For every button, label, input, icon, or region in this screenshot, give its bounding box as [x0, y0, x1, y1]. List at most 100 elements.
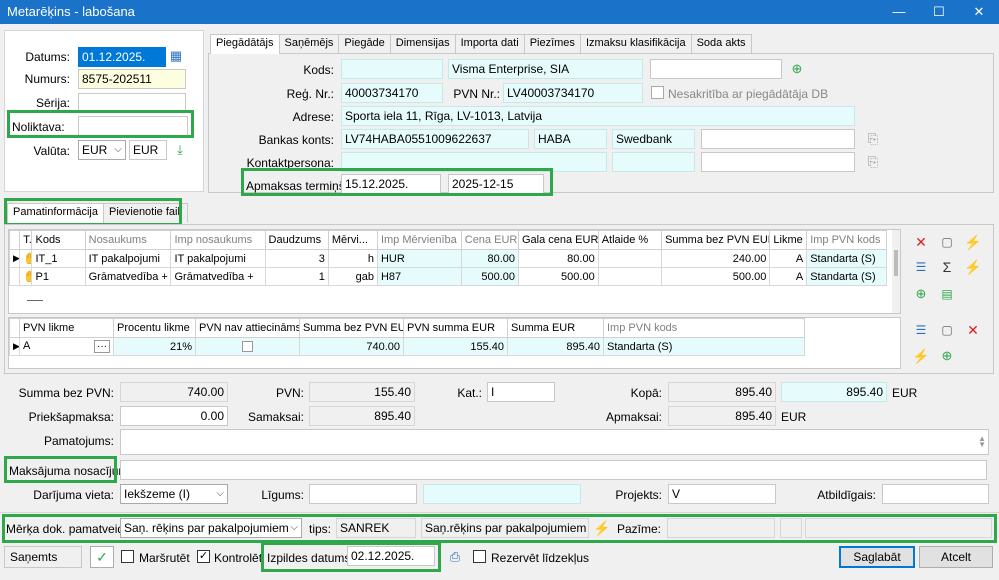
cell-daudzums[interactable]: 1 [264, 267, 329, 286]
cell-nosaukums[interactable]: Grāmatvedība + [84, 267, 172, 286]
numurs-field[interactable]: 8575-202511 [78, 69, 186, 89]
darijuma-combo[interactable]: Iekšzeme (I) ⌵ [120, 484, 228, 504]
col-type[interactable]: T.. [19, 230, 33, 250]
tab-sanemejs[interactable]: Saņēmējs [278, 34, 340, 53]
delete-icon[interactable]: ✕ [912, 233, 930, 251]
pamatojums-field[interactable]: ▲ ▼ [120, 429, 989, 455]
col-summa-bez-pvn[interactable]: Summa bez PVN EUR [299, 318, 404, 338]
maksajuma-field[interactable] [120, 460, 987, 480]
marsrutet-label[interactable]: Maršrutēt [139, 551, 190, 565]
atbildigais-field[interactable] [882, 484, 989, 504]
cell-imp-mervieniba[interactable]: H87 [376, 267, 462, 286]
col-likme[interactable]: Likme [769, 230, 808, 250]
tab-dimensijas[interactable]: Dimensijas [389, 34, 456, 53]
col-imp-mervieniba[interactable]: Imp Mērvienība [376, 230, 462, 250]
cell-imp-pvn-kods[interactable]: Standarta (S) [806, 249, 887, 268]
col-cena[interactable]: Cena EUR [460, 230, 519, 250]
cancel-button[interactable]: Atcelt [919, 546, 993, 568]
table-row[interactable]: ✋ P1 Grāmatvedība + Grāmatvedība + 1 gab… [9, 267, 887, 286]
cell-pvn-summa[interactable]: 155.40 [403, 337, 508, 356]
col-imp-pvn-kods[interactable]: Imp PVN kods [806, 230, 887, 250]
pvn-nr-field[interactable]: LV40003734170 [503, 83, 643, 103]
col-daudzums[interactable]: Daudzums [264, 230, 329, 250]
kontakt-extra2-field[interactable] [701, 152, 855, 172]
nesakritiba-checkbox[interactable] [651, 86, 664, 99]
col-mervieniba[interactable]: Mērvi... [327, 230, 378, 250]
col-atlaide[interactable]: Atlaide % [597, 230, 663, 250]
cell-summa[interactable]: 895.40 [507, 337, 604, 356]
cell-mervieniba[interactable]: gab [327, 267, 378, 286]
serija-field[interactable] [78, 93, 186, 113]
cell-likme[interactable]: A [769, 249, 808, 268]
marsrutet-checkbox[interactable] [121, 550, 134, 563]
cell-atlaide[interactable] [597, 267, 663, 286]
table-row[interactable]: ▶ ✋ IT_1 IT pakalpojumi IT pakalpojumi 3… [9, 249, 887, 268]
cell-summa-bez-pvn[interactable]: 740.00 [299, 337, 404, 356]
tab-importa-dati[interactable]: Importa dati [454, 34, 525, 53]
col-nosaukums[interactable]: Nosaukums [84, 230, 172, 250]
cell-cena[interactable]: 80.00 [460, 249, 519, 268]
cell-pvn-likme[interactable]: A ··· [19, 337, 114, 356]
supplier-name-field[interactable]: Visma Enterprise, SIA [448, 59, 643, 79]
minimize-button[interactable]: — [879, 0, 919, 24]
maximize-button[interactable]: ☐ [919, 0, 959, 24]
bankas-konts-field[interactable]: LV74HABA0551009622637 [341, 129, 529, 149]
cell-atlaide[interactable] [597, 249, 663, 268]
add-icon[interactable]: ⊕ [938, 347, 956, 365]
col-pvn-likme[interactable]: PVN likme [19, 318, 114, 338]
table-icon[interactable]: ▤ [938, 285, 956, 303]
delete-icon[interactable]: ✕ [964, 321, 982, 339]
close-button[interactable]: ✕ [959, 0, 999, 24]
calendar-icon[interactable]: ▦ [167, 47, 185, 65]
reg-field[interactable]: 40003734170 [341, 83, 443, 103]
refresh-icon[interactable]: ⤓ [171, 141, 189, 159]
cell-gala-cena[interactable]: 500.00 [517, 267, 599, 286]
col-summa[interactable]: Summa EUR [507, 318, 604, 338]
copy-icon[interactable]: ⎘ [864, 130, 882, 148]
cell-imp-mervieniba[interactable]: HUR [376, 249, 462, 268]
cell-imp-nosaukums[interactable]: IT pakalpojumi [170, 249, 266, 268]
cell-nosaukums[interactable]: IT pakalpojumi [84, 249, 172, 268]
ligums-field[interactable] [309, 484, 417, 504]
tab-piezimes[interactable]: Piezīmes [523, 34, 581, 53]
col-kods[interactable]: Kods [31, 230, 86, 250]
col-pvn-nav[interactable]: PVN nav attiecināms [195, 318, 300, 338]
cell-kods[interactable]: IT_1 [31, 249, 86, 268]
tab-pievienotie-faili[interactable]: Pievienotie faili [102, 203, 189, 222]
cell-imp-pvn-kods[interactable]: Standarta (S) [603, 337, 805, 356]
sum-icon[interactable]: Σ [938, 258, 956, 276]
col-imp-nosaukums[interactable]: Imp nosaukums [170, 230, 266, 250]
noliktava-field[interactable] [78, 116, 188, 136]
lightning-icon[interactable]: ⚡ [964, 258, 982, 276]
valuta-combo[interactable]: EUR ⌵ [78, 140, 126, 160]
target-combo[interactable]: Saņ. rēķins par pakalpojumiem ⌵ [120, 518, 302, 538]
list-icon[interactable]: ☰ [912, 321, 930, 339]
splitter[interactable] [27, 300, 43, 301]
list-icon[interactable]: ☰ [912, 258, 930, 276]
cell-kods[interactable]: P1 [31, 267, 86, 286]
kods-field[interactable] [341, 59, 443, 79]
print-icon[interactable]: ⎙ [446, 548, 464, 566]
cell-mervieniba[interactable]: h [327, 249, 378, 268]
kontaktpersona-field[interactable] [341, 152, 607, 172]
scrollbar[interactable] [892, 230, 900, 313]
add-icon[interactable]: ⊕ [788, 60, 806, 78]
cell-daudzums[interactable]: 3 [264, 249, 329, 268]
cell-procentu-likme[interactable]: 21% [113, 337, 196, 356]
cell-pvn-nav[interactable] [195, 337, 300, 356]
lightning-icon[interactable]: ⚡ [964, 233, 982, 251]
datums-field[interactable]: 01.12.2025. [78, 47, 166, 67]
col-gala-cena[interactable]: Gala cena EUR [517, 230, 599, 250]
tab-pamatinformacija[interactable]: Pamatinformācija [7, 203, 104, 223]
projekts-field[interactable]: V [668, 484, 776, 504]
copy-icon[interactable]: ▢ [938, 321, 956, 339]
bank-extra-field[interactable] [701, 129, 855, 149]
kontrolet-label[interactable]: Kontrolēt [214, 551, 262, 565]
adrese-field[interactable]: Sporta iela 11, Rīga, LV-1013, Latvija [341, 106, 855, 126]
tab-soda-akts[interactable]: Soda akts [690, 34, 752, 53]
tab-izmaksu[interactable]: Izmaksu klasifikācija [579, 34, 692, 53]
izpildes-field[interactable]: 02.12.2025. [347, 546, 435, 566]
rezervet-checkbox[interactable] [473, 550, 486, 563]
save-button[interactable]: Saglabāt [839, 546, 915, 568]
copy-icon[interactable]: ▢ [938, 233, 956, 251]
